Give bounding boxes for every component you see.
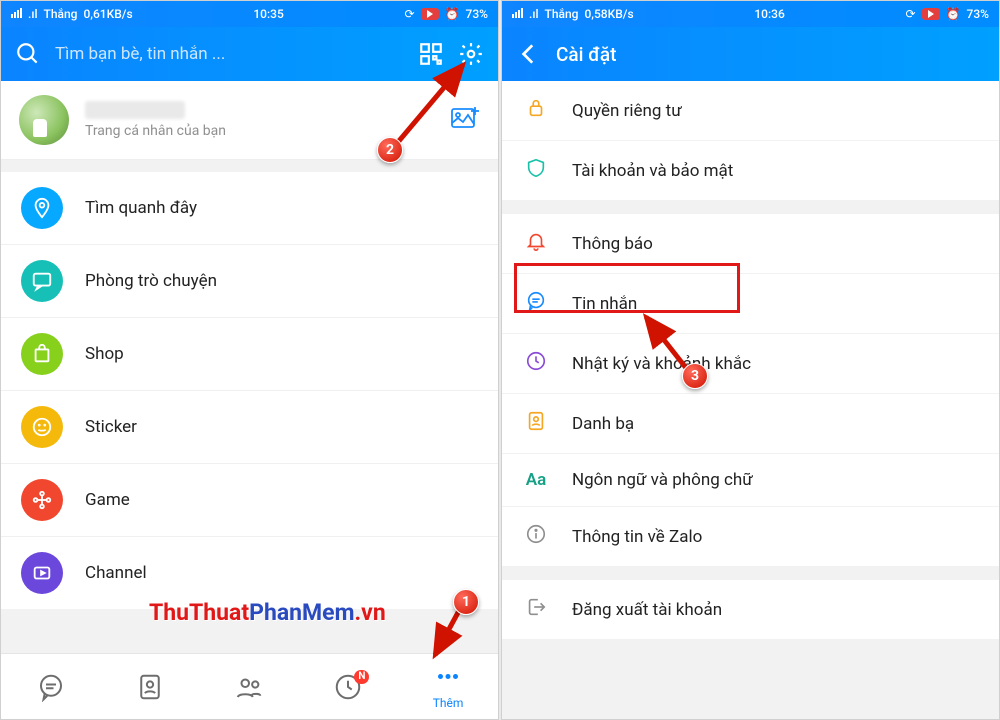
network-speed: 0,58KB/s [584, 7, 633, 21]
cell-signal-icon [512, 7, 523, 21]
settings-group-3: Đăng xuất tài khoản [502, 580, 999, 639]
clock-icon [524, 350, 548, 377]
info-icon [524, 523, 548, 550]
record-icon [421, 8, 439, 20]
settings-account-security[interactable]: Tài khoản và bảo mật [502, 140, 999, 200]
avatar [19, 95, 69, 145]
more-menu-section: Tìm quanh đây Phòng trò chuyện Shop Stic… [1, 172, 498, 609]
search-icon[interactable] [15, 41, 41, 67]
bell-icon [524, 230, 548, 257]
menu-chatroom[interactable]: Phòng trò chuyện [1, 244, 498, 317]
aa-icon: Aa [524, 470, 548, 490]
search-input[interactable]: Tìm bạn bè, tin nhắn ... [55, 44, 404, 64]
wifi-signal-icon: .ıl [28, 7, 38, 21]
battery-label: 73% [967, 7, 989, 21]
status-right: ⟳ ⏰ 73% [405, 7, 489, 21]
qr-icon[interactable] [418, 41, 444, 67]
tab-more[interactable]: Thêm [433, 664, 464, 710]
status-time: 10:35 [133, 7, 405, 21]
back-arrow-icon[interactable] [516, 41, 542, 67]
menu-label: Game [85, 490, 478, 510]
logout-icon [524, 596, 548, 623]
sync-icon: ⟳ [405, 7, 415, 21]
menu-game[interactable]: Game [1, 463, 498, 536]
battery-label: 73% [466, 7, 488, 21]
alarm-icon: ⏰ [946, 7, 961, 21]
menu-label: Tìm quanh đây [85, 198, 478, 218]
settings-about[interactable]: Thông tin về Zalo [502, 506, 999, 566]
settings-label: Nhật ký và khoảnh khắc [572, 354, 751, 374]
settings-contacts[interactable]: Danh bạ [502, 393, 999, 453]
dpad-icon [21, 479, 63, 521]
phone-left-more-screen: .ıl Thắng 0,61KB/s 10:35 ⟳ ⏰ 73% Tìm bạn… [0, 0, 499, 720]
settings-logout[interactable]: Đăng xuất tài khoản [502, 580, 999, 639]
menu-nearby[interactable]: Tìm quanh đây [1, 172, 498, 244]
status-left: .ıl Thắng 0,61KB/s [11, 7, 133, 21]
watermark: ThuThuatPhanMem.vn [149, 599, 386, 626]
network-speed: 0,61KB/s [83, 7, 132, 21]
profile-row[interactable]: Trang cá nhân của bạn [1, 81, 498, 160]
cell-signal-icon [11, 7, 22, 21]
smile-icon [21, 406, 63, 448]
settings-label: Thông báo [572, 234, 653, 254]
tab-messages[interactable] [36, 672, 66, 702]
profile-subtitle: Trang cá nhân của bạn [85, 123, 434, 139]
add-photo-icon[interactable] [450, 105, 480, 135]
status-left: .ıl Thắng 0,58KB/s [512, 7, 634, 21]
pin-icon [21, 187, 63, 229]
menu-sticker[interactable]: Sticker [1, 390, 498, 463]
status-time: 10:36 [634, 7, 906, 21]
menu-label: Sticker [85, 417, 478, 437]
contacts-icon [524, 410, 548, 437]
menu-label: Shop [85, 344, 478, 364]
settings-label: Đăng xuất tài khoản [572, 600, 722, 620]
record-icon [922, 8, 940, 20]
settings-label: Danh bạ [572, 414, 634, 434]
settings-privacy[interactable]: Quyền riêng tư [502, 81, 999, 140]
status-bar: .ıl Thắng 0,61KB/s 10:35 ⟳ ⏰ 73% [1, 1, 498, 27]
header-search: Tìm bạn bè, tin nhắn ... [1, 27, 498, 81]
bag-icon [21, 333, 63, 375]
chat-icon [21, 260, 63, 302]
settings-label: Thông tin về Zalo [572, 527, 702, 547]
settings-label: Ngôn ngữ và phông chữ [572, 470, 753, 490]
wifi-signal-icon: .ıl [529, 7, 539, 21]
tab-timeline[interactable]: N [333, 672, 363, 702]
bottom-tab-bar: N Thêm [1, 653, 498, 719]
settings-group-1: Quyền riêng tư Tài khoản và bảo mật [502, 81, 999, 200]
shield-icon [524, 157, 548, 184]
tab-more-label: Thêm [433, 696, 464, 710]
settings-gear-icon[interactable] [458, 41, 484, 67]
timeline-badge: N [354, 670, 369, 684]
tab-contacts[interactable] [135, 672, 165, 702]
settings-timeline[interactable]: Nhật ký và khoảnh khắc [502, 333, 999, 393]
settings-label: Quyền riêng tư [572, 101, 682, 121]
tab-groups[interactable] [234, 672, 264, 702]
tv-icon [21, 552, 63, 594]
highlight-messages-setting [514, 263, 740, 313]
sync-icon: ⟳ [906, 7, 916, 21]
status-bar: .ıl Thắng 0,58KB/s 10:36 ⟳ ⏰ 73% [502, 1, 999, 27]
carrier-label: Thắng [545, 7, 579, 21]
section-gap [502, 566, 999, 580]
profile-name-blurred [85, 101, 185, 119]
settings-language[interactable]: Aa Ngôn ngữ và phông chữ [502, 453, 999, 506]
header-settings: Cài đặt [502, 27, 999, 81]
section-gap [502, 200, 999, 214]
settings-title: Cài đặt [556, 43, 985, 66]
menu-label: Channel [85, 563, 478, 583]
lock-icon [524, 97, 548, 124]
phone-right-settings-screen: .ıl Thắng 0,58KB/s 10:36 ⟳ ⏰ 73% Cài đặt… [501, 0, 1000, 720]
menu-label: Phòng trò chuyện [85, 271, 478, 291]
status-right: ⟳ ⏰ 73% [906, 7, 990, 21]
menu-shop[interactable]: Shop [1, 317, 498, 390]
settings-label: Tài khoản và bảo mật [572, 161, 733, 181]
carrier-label: Thắng [44, 7, 78, 21]
alarm-icon: ⏰ [445, 7, 460, 21]
